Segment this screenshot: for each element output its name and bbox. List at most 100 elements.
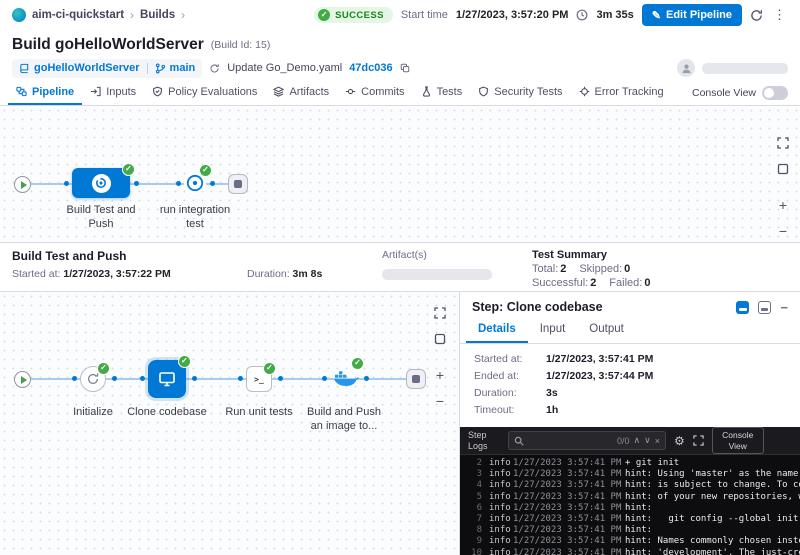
expand-canvas-button[interactable] [431, 304, 449, 322]
started-at-value: 1/27/2023, 3:57:22 PM [63, 268, 170, 280]
log-line-number: 8 [466, 525, 482, 536]
collapse-panel-icon[interactable]: − [780, 301, 788, 314]
log-timestamp: 1/27/2023 3:57:41 PM [513, 480, 625, 491]
search-next-icon[interactable]: ∨ [644, 435, 651, 446]
log-level: info [489, 525, 513, 536]
tab-output[interactable]: Output [577, 318, 636, 343]
stage-node-run-integration-test[interactable]: ✓ [184, 172, 206, 194]
start-time-label: Start time [401, 9, 448, 21]
tab-security-tests[interactable]: Security Tests [470, 80, 570, 105]
tab-inputs[interactable]: Inputs [82, 80, 144, 105]
log-text: hint: [625, 503, 652, 514]
fit-view-button[interactable] [431, 330, 449, 348]
search-close-icon[interactable]: × [655, 436, 660, 446]
start-node[interactable] [14, 371, 31, 388]
success-check-icon: ✓ [351, 357, 364, 370]
layout-full-icon[interactable] [758, 301, 771, 314]
pipeline-stage-icon [186, 174, 204, 192]
field-label: Timeout: [474, 404, 546, 416]
log-search-input[interactable] [528, 435, 613, 446]
log-search-box: 0/0 ∧ ∨ × [508, 431, 666, 450]
stage-label: Build Test and Push [57, 204, 145, 232]
log-timestamp: 1/27/2023 3:57:41 PM [513, 503, 625, 514]
tab-pipeline[interactable]: Pipeline [8, 80, 82, 105]
zoom-in-button[interactable]: + [431, 366, 449, 384]
kebab-menu-icon[interactable]: ⋮ [771, 7, 788, 23]
zoom-out-button[interactable]: − [431, 392, 449, 410]
step-label: Build and Push an image to... [302, 406, 386, 434]
log-line: 9info1/27/2023 3:57:41 PMhint: Names com… [466, 536, 800, 547]
tab-error-tracking[interactable]: Error Tracking [571, 80, 672, 105]
log-line: 10info1/27/2023 3:57:41 PMhint: 'develop… [466, 548, 800, 555]
page-title: Build goHelloWorldServer [12, 36, 204, 54]
step-node-build-and-push[interactable]: ✓ [330, 364, 360, 390]
layout-split-icon[interactable] [736, 301, 749, 314]
avatar[interactable] [677, 59, 695, 77]
chip-divider [147, 63, 148, 74]
failed-value: 0 [644, 277, 650, 289]
step-node-initialize[interactable]: ✓ [80, 366, 106, 392]
breadcrumb-builds[interactable]: Builds [140, 9, 175, 21]
console-view-label: Console View [692, 87, 756, 99]
log-console: Step Logs 0/0 ∧ ∨ × ⚙ Console View 2info… [460, 427, 800, 555]
toggle-knob [764, 88, 774, 98]
tab-commits[interactable]: Commits [337, 80, 412, 105]
test-summary-label: Test Summary [532, 249, 788, 261]
canvas-controls: + − [431, 304, 449, 410]
field-value: 3s [546, 387, 558, 399]
log-text: hint: 'development'. The just-created b [625, 548, 800, 555]
start-node[interactable] [14, 176, 31, 193]
search-prev-icon[interactable]: ∧ [634, 435, 641, 446]
copy-icon[interactable] [400, 63, 410, 73]
tab-tests[interactable]: Tests [413, 80, 471, 105]
tab-label: Policy Evaluations [168, 86, 257, 98]
log-toolbar: Step Logs 0/0 ∧ ∨ × ⚙ Console View [460, 427, 800, 455]
repo-name: goHelloWorldServer [34, 62, 140, 74]
log-line: 6info1/27/2023 3:57:41 PMhint: [466, 503, 800, 514]
log-line: 2info1/27/2023 3:57:41 PM+ git init [466, 458, 800, 469]
end-node [406, 369, 426, 389]
tab-artifacts[interactable]: Artifacts [265, 80, 337, 105]
branch-link[interactable]: main [155, 62, 196, 74]
success-check-icon: ✓ [122, 163, 135, 176]
step-panel-tabs: Details Input Output [460, 318, 800, 344]
log-expand-icon[interactable] [693, 435, 704, 446]
tab-details[interactable]: Details [466, 318, 528, 343]
connector-point [278, 376, 283, 381]
status-text: SUCCESS [335, 10, 384, 21]
edit-pipeline-button[interactable]: ✎ Edit Pipeline [642, 4, 742, 26]
log-settings-gear-icon[interactable]: ⚙ [674, 434, 685, 448]
search-match-counter: 0/0 [617, 436, 630, 446]
log-timestamp: 1/27/2023 3:57:41 PM [513, 492, 625, 503]
log-line-number: 3 [466, 469, 482, 480]
commit-sha-link[interactable]: 47dc036 [349, 62, 392, 74]
console-view-toggle[interactable] [762, 86, 788, 100]
commit-message[interactable]: Update Go_Demo.yaml [227, 62, 342, 74]
tab-label: Security Tests [494, 86, 562, 98]
zoom-out-button[interactable]: − [774, 222, 792, 240]
step-node-clone-codebase[interactable]: ✓ [148, 360, 186, 398]
console-view-button[interactable]: Console View [712, 427, 764, 453]
success-check-icon: ✓ [263, 362, 276, 375]
fit-view-button[interactable] [774, 160, 792, 178]
zoom-in-button[interactable]: + [774, 196, 792, 214]
stage-node-build-test-and-push[interactable]: ✓ [72, 168, 130, 198]
clone-codebase-icon [157, 369, 177, 389]
breadcrumb-project[interactable]: aim-ci-quickstart [32, 9, 124, 21]
sync-icon [86, 372, 100, 386]
duration-label: Duration: [247, 268, 290, 280]
repo-chip: goHelloWorldServer main [12, 59, 202, 78]
step-node-run-unit-tests[interactable]: >_ ✓ [246, 366, 272, 392]
tab-input[interactable]: Input [528, 318, 578, 343]
step-label: Initialize [58, 406, 128, 420]
tab-policy-evaluations[interactable]: Policy Evaluations [144, 80, 265, 105]
field-label: Duration: [474, 387, 546, 399]
refresh-icon[interactable] [750, 9, 763, 22]
repo-link[interactable]: goHelloWorldServer [19, 62, 140, 74]
redacted-artifact-link[interactable] [382, 269, 492, 280]
expand-canvas-button[interactable] [774, 134, 792, 152]
clock-icon [576, 9, 588, 21]
title-row: Build goHelloWorldServer (Build Id: 15) [0, 30, 800, 56]
stop-icon [412, 375, 420, 383]
run-meta: ✓ SUCCESS Start time 1/27/2023, 3:57:20 … [314, 4, 788, 26]
